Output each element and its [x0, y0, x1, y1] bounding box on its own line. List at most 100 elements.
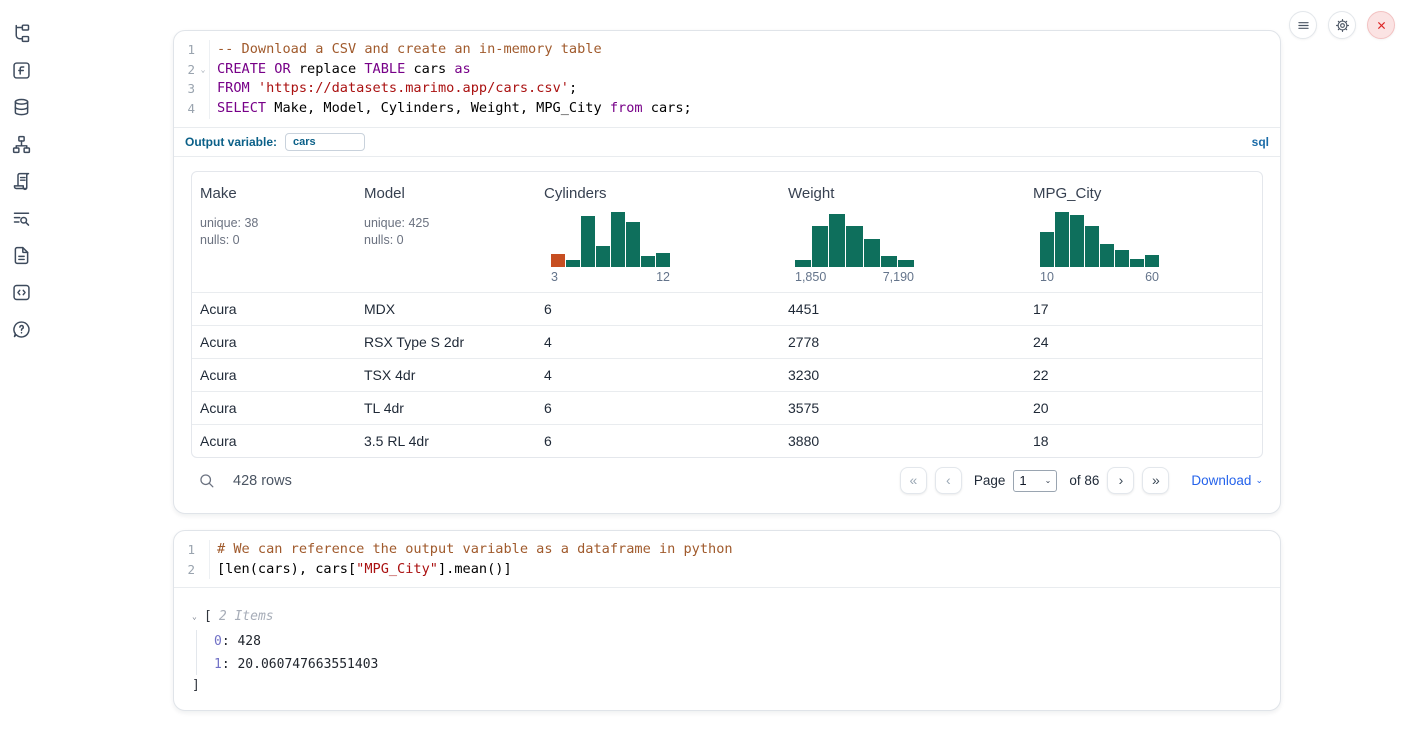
- histogram-bar[interactable]: [611, 212, 625, 267]
- column-title: Weight: [788, 185, 1017, 202]
- table-cell: 22: [1025, 367, 1262, 383]
- histogram-cylinders[interactable]: [551, 212, 670, 267]
- table-row[interactable]: AcuraRSX Type S 2dr4277824: [192, 325, 1262, 358]
- histogram-bar[interactable]: [641, 256, 655, 267]
- histogram-bar[interactable]: [551, 254, 565, 267]
- first-page-button[interactable]: «: [900, 467, 927, 494]
- code-text: FROM 'https://datasets.marimo.app/cars.c…: [210, 79, 577, 99]
- page-label: Page: [974, 473, 1006, 488]
- menu-button[interactable]: [1289, 11, 1317, 39]
- column-stat: nulls: 0: [364, 232, 528, 249]
- code-text: SELECT Make, Model, Cylinders, Weight, M…: [210, 99, 692, 119]
- column-stat: nulls: 0: [200, 232, 348, 249]
- sql-cell: 1-- Download a CSV and create an in-memo…: [173, 30, 1281, 514]
- column-stats: unique: 38nulls: 0: [200, 215, 348, 249]
- file-tree-icon[interactable]: [10, 22, 32, 44]
- code-text: -- Download a CSV and create an in-memor…: [210, 40, 602, 60]
- download-label: Download: [1191, 473, 1251, 488]
- histogram-bar[interactable]: [1130, 259, 1144, 267]
- histogram-bar[interactable]: [846, 226, 862, 267]
- code-line[interactable]: 1-- Download a CSV and create an in-memo…: [174, 40, 1280, 60]
- close-icon: [1373, 17, 1390, 34]
- documentation-icon[interactable]: [10, 244, 32, 266]
- tree-body: 0: 4281: 20.060747663551403: [196, 630, 1264, 675]
- help-icon[interactable]: [10, 318, 32, 340]
- histogram-bar[interactable]: [864, 239, 880, 267]
- column-header-model[interactable]: Modelunique: 425nulls: 0: [356, 172, 536, 292]
- language-badge[interactable]: sql: [1252, 135, 1269, 149]
- sidebar: [10, 22, 32, 340]
- output-variable-input[interactable]: [285, 133, 365, 151]
- histogram-bar[interactable]: [566, 260, 580, 267]
- histogram-bar[interactable]: [626, 222, 640, 267]
- column-header-make[interactable]: Makeunique: 38nulls: 0: [192, 172, 356, 292]
- code-line[interactable]: 2⌄CREATE OR replace TABLE cars as: [174, 60, 1280, 80]
- chevrons-right-icon: »: [1152, 473, 1160, 487]
- histogram-bar[interactable]: [898, 260, 914, 267]
- column-title: Model: [364, 185, 528, 202]
- histogram-bar[interactable]: [581, 216, 595, 267]
- gear-icon: [1334, 17, 1351, 34]
- table-body: AcuraMDX6445117AcuraRSX Type S 2dr427782…: [192, 292, 1262, 457]
- snippets-icon[interactable]: [10, 281, 32, 303]
- shutdown-button[interactable]: [1367, 11, 1395, 39]
- histogram-bar[interactable]: [881, 256, 897, 267]
- python-code-editor[interactable]: 1# We can reference the output variable …: [174, 531, 1280, 588]
- histogram-bar[interactable]: [812, 226, 828, 267]
- hamburger-icon: [1295, 17, 1312, 34]
- line-number: 2: [174, 60, 197, 80]
- collapse-chevron-icon[interactable]: ⌄: [192, 612, 204, 621]
- item-value: : 428: [222, 634, 261, 649]
- database-icon[interactable]: [10, 96, 32, 118]
- functions-icon[interactable]: [10, 59, 32, 81]
- column-header-cylinders[interactable]: Cylinders312: [536, 172, 780, 292]
- histogram-bar[interactable]: [829, 214, 845, 267]
- histogram-weight[interactable]: [795, 212, 914, 267]
- histogram-bar[interactable]: [795, 260, 811, 267]
- table-footer: 428 rows « ‹ Page 1 ⌄ of 86 › » Download…: [191, 458, 1263, 504]
- sql-code-editor[interactable]: 1-- Download a CSV and create an in-memo…: [174, 31, 1280, 127]
- code-line[interactable]: 3FROM 'https://datasets.marimo.app/cars.…: [174, 79, 1280, 99]
- histogram-range: 312: [551, 270, 670, 284]
- column-header-weight[interactable]: Weight1,8507,190: [780, 172, 1025, 292]
- table-row[interactable]: Acura3.5 RL 4dr6388018: [192, 424, 1262, 457]
- scratchpad-icon[interactable]: [10, 170, 32, 192]
- line-number-gutter: 2: [174, 560, 210, 580]
- column-header-mpg_city[interactable]: MPG_City1060: [1025, 172, 1262, 292]
- previous-page-button[interactable]: ‹: [935, 467, 962, 494]
- last-page-button[interactable]: »: [1142, 467, 1169, 494]
- python-cell: 1# We can reference the output variable …: [173, 530, 1281, 711]
- fold-chevron-icon[interactable]: ⌄: [197, 60, 209, 80]
- code-line[interactable]: 1# We can reference the output variable …: [174, 540, 1280, 560]
- histogram-bar[interactable]: [656, 253, 670, 267]
- download-button[interactable]: Download ⌄: [1191, 473, 1263, 488]
- page-select[interactable]: 1 ⌄: [1013, 470, 1057, 492]
- histogram-mpg_city[interactable]: [1040, 212, 1159, 267]
- dependency-graph-icon[interactable]: [10, 133, 32, 155]
- logs-icon[interactable]: [10, 207, 32, 229]
- histogram-bar[interactable]: [1070, 215, 1084, 267]
- histogram-bar[interactable]: [1085, 226, 1099, 267]
- histogram-bar[interactable]: [1055, 212, 1069, 267]
- code-line[interactable]: 2[len(cars), cars["MPG_City"].mean()]: [174, 560, 1280, 580]
- table-row[interactable]: AcuraTL 4dr6357520: [192, 391, 1262, 424]
- range-max-label: 7,190: [883, 270, 914, 284]
- table-cell: 4: [536, 367, 780, 383]
- list-item: 1: 20.060747663551403: [214, 653, 1264, 676]
- code-line[interactable]: 4SELECT Make, Model, Cylinders, Weight, …: [174, 99, 1280, 119]
- table-cell: 6: [536, 433, 780, 449]
- histogram-bar[interactable]: [1145, 255, 1159, 267]
- histogram-bar[interactable]: [1100, 244, 1114, 267]
- histogram-bar[interactable]: [1115, 250, 1129, 267]
- table-cell: Acura: [192, 334, 356, 350]
- search-icon[interactable]: [197, 471, 216, 490]
- items-count-label: 2 Items: [219, 609, 274, 624]
- histogram-bar[interactable]: [1040, 232, 1054, 267]
- line-number-gutter: 3: [174, 79, 210, 99]
- next-page-button[interactable]: ›: [1107, 467, 1134, 494]
- settings-button[interactable]: [1328, 11, 1356, 39]
- table-row[interactable]: AcuraTSX 4dr4323022: [192, 358, 1262, 391]
- line-number: 1: [174, 540, 197, 560]
- table-row[interactable]: AcuraMDX6445117: [192, 292, 1262, 325]
- histogram-bar[interactable]: [596, 246, 610, 267]
